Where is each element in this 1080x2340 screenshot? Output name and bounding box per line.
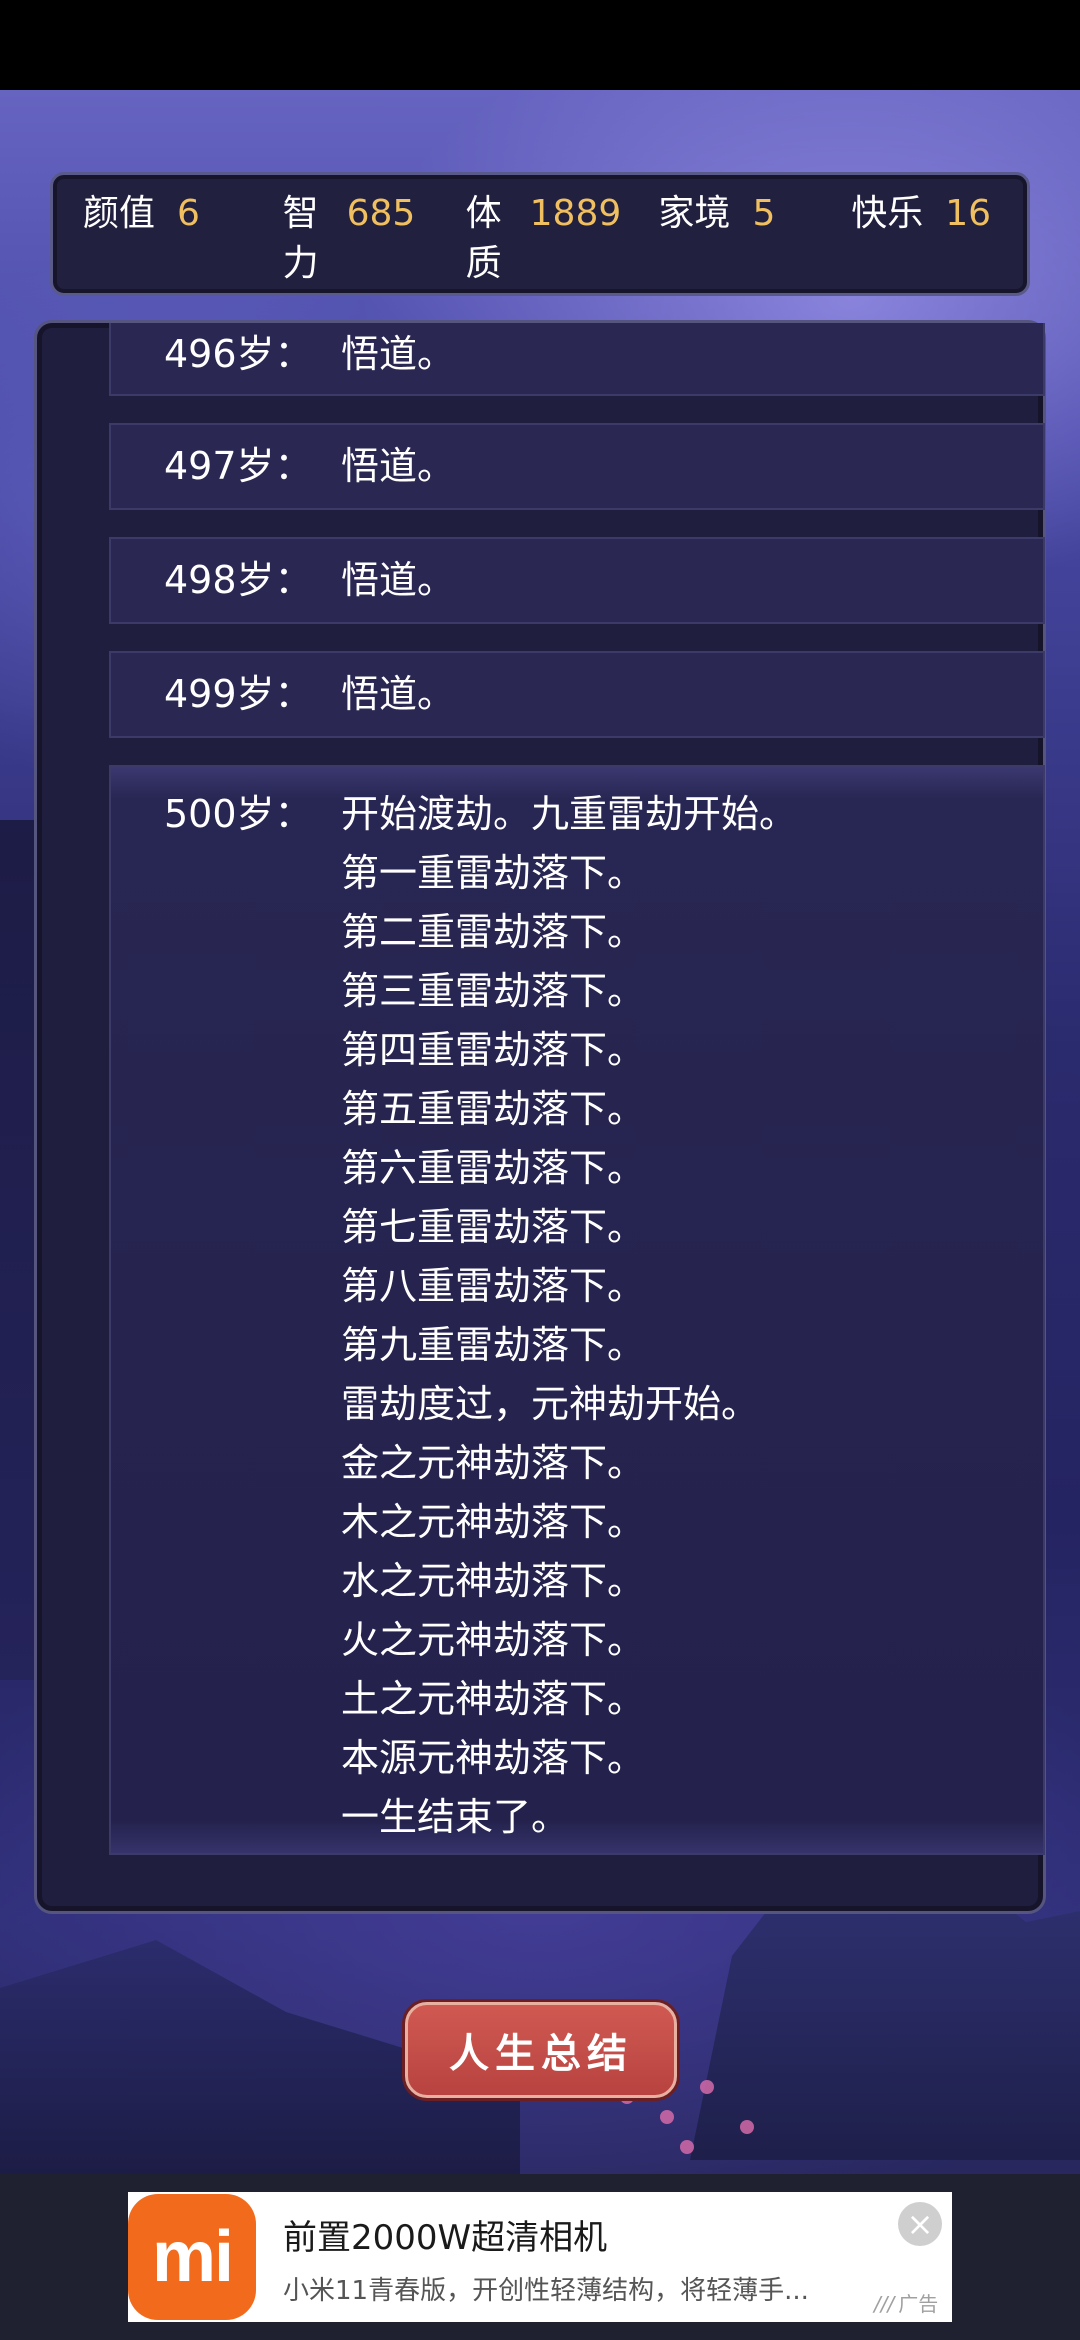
stat-value: 1889 (529, 193, 622, 234)
stat-family: 家境 5 (658, 189, 851, 239)
log-line: 金之元神劫落下。 (341, 1441, 646, 1485)
log-entry: 498岁： 悟道。 (109, 537, 1045, 624)
log-entry: 496岁： 悟道。 (109, 323, 1045, 396)
life-log-panel[interactable]: 496岁： 悟道。 497岁： 悟道。 498岁： 悟道。 499岁： 悟道。 … (34, 320, 1046, 1914)
stat-happiness: 快乐 16 (851, 189, 1007, 239)
stat-label: 颜值 (83, 193, 156, 234)
stat-value: 16 (945, 193, 992, 234)
log-line: 雷劫度过，元神劫开始。 (341, 1382, 760, 1426)
status-bar (0, 0, 1080, 90)
ad-card[interactable]: mi 前置2000W超清相机 小米11青春版，开创性轻薄结构，将轻薄手... ×… (128, 2192, 952, 2322)
log-line: 第九重雷劫落下。 (341, 1323, 646, 1367)
stat-constitution: 体质 1889 (466, 189, 659, 289)
ad-subtitle: 小米11青春版，开创性轻薄结构，将轻薄手... (283, 2276, 809, 2306)
ad-mark-icon: /// (874, 2292, 895, 2316)
log-text: 悟道。 (341, 323, 455, 394)
stat-label: 家境 (658, 193, 731, 234)
log-text: 悟道。 (341, 539, 455, 622)
log-text: 悟道。 (341, 653, 455, 736)
log-age: 499岁： (164, 672, 313, 716)
blossom-decoration (700, 2080, 714, 2094)
log-line: 第三重雷劫落下。 (341, 969, 646, 1013)
xiaomi-logo-icon: mi (128, 2194, 256, 2320)
log-age: 498岁： (164, 558, 313, 602)
log-line: 悟道。 (341, 558, 456, 602)
log-line: 第八重雷劫落下。 (341, 1264, 646, 1308)
log-line: 悟道。 (341, 332, 456, 376)
log-line: 水之元神劫落下。 (341, 1559, 646, 1603)
log-line: 第二重雷劫落下。 (341, 910, 646, 954)
life-summary-button[interactable]: 人生总结 (405, 2002, 677, 2098)
log-line: 第五重雷劫落下。 (341, 1087, 646, 1131)
log-line: 第四重雷劫落下。 (341, 1028, 646, 1072)
stat-value: 6 (177, 193, 200, 234)
log-text: 悟道。 (341, 425, 455, 508)
log-line: 一生结束了。 (341, 1795, 570, 1839)
close-icon[interactable]: × (898, 2202, 942, 2246)
log-line: 第六重雷劫落下。 (341, 1146, 646, 1190)
stat-value: 685 (346, 193, 416, 234)
log-age: 497岁： (164, 444, 313, 488)
log-line: 悟道。 (341, 444, 456, 488)
log-age: 500岁： (164, 792, 313, 836)
log-text: 开始渡劫。九重雷劫开始。 第一重雷劫落下。 第二重雷劫落下。 第三重雷劫落下。 … (341, 785, 797, 1853)
log-line: 第七重雷劫落下。 (341, 1205, 646, 1249)
stat-value: 5 (752, 193, 776, 234)
log-line: 开始渡劫。九重雷劫开始。 (341, 792, 798, 836)
stat-appearance: 颜值 6 (83, 189, 283, 239)
stat-intelligence: 智力 685 (283, 189, 466, 289)
log-line: 火之元神劫落下。 (341, 1618, 646, 1662)
log-entry: 499岁： 悟道。 (109, 651, 1045, 738)
log-line: 本源元神劫落下。 (341, 1736, 646, 1780)
blossom-decoration (660, 2110, 674, 2124)
log-line: 悟道。 (341, 672, 456, 716)
stat-label: 智力 (282, 193, 319, 284)
blossom-decoration (680, 2140, 694, 2154)
log-line: 土之元神劫落下。 (341, 1677, 646, 1721)
stat-label: 快乐 (851, 193, 924, 234)
log-entry: 500岁： 开始渡劫。九重雷劫开始。 第一重雷劫落下。 第二重雷劫落下。 第三重… (109, 765, 1045, 1855)
log-line: 木之元神劫落下。 (341, 1500, 646, 1544)
ad-label: ///广告 (874, 2288, 938, 2317)
ad-title[interactable]: 前置2000W超清相机 (283, 2210, 607, 2259)
stat-label: 体质 (465, 193, 502, 284)
ad-tag-text: 广告 (898, 2292, 939, 2316)
log-line: 第一重雷劫落下。 (341, 851, 646, 895)
log-age: 496岁： (164, 332, 313, 376)
stats-panel: 颜值 6 智力 685 体质 1889 家境 5 快乐 16 (50, 172, 1030, 296)
log-entry: 497岁： 悟道。 (109, 423, 1045, 510)
blossom-decoration (740, 2120, 754, 2134)
